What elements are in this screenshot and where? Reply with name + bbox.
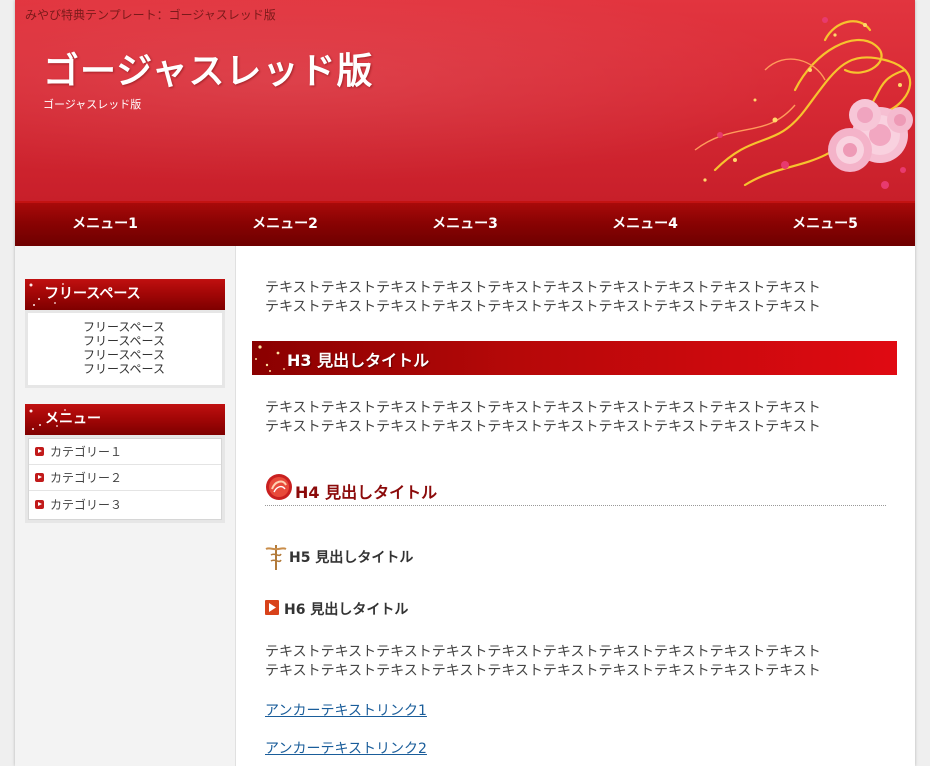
h4-heading: H4 見出しタイトル <box>265 471 886 506</box>
body-paragraph: テキストテキストテキストテキストテキストテキストテキストテキストテキストテキスト… <box>265 643 855 681</box>
arrow-right-icon <box>265 600 279 615</box>
category-menu-box: カテゴリー１ カテゴリー２ カテゴリー３ <box>25 435 225 523</box>
category-label: カテゴリー２ <box>50 471 123 485</box>
paragraph-line: テキストテキストテキストテキストテキストテキストテキストテキストテキストテキスト <box>265 419 821 435</box>
free-space-line: フリースペース <box>83 320 165 334</box>
category-menu: カテゴリー１ カテゴリー２ カテゴリー３ <box>28 438 222 520</box>
free-space-box: フリースペース フリースペース フリースペース フリースペース <box>25 310 225 388</box>
free-space-heading: フリースペース <box>25 279 225 310</box>
site-header: みやび特典テンプレート：ゴージャスレッド版 ゴージャスレッド版 ゴージャスレッド… <box>15 0 915 201</box>
nav-item-menu5[interactable]: メニュー5 <box>735 203 915 246</box>
paragraph-line: テキストテキストテキストテキストテキストテキストテキストテキストテキストテキスト <box>265 644 821 660</box>
h4-heading-label: H4 見出しタイトル <box>295 483 438 502</box>
category-label: カテゴリー３ <box>50 497 123 512</box>
free-space-line: フリースペース <box>83 362 165 376</box>
free-space-line: フリースペース <box>83 348 165 362</box>
nav-item-menu4[interactable]: メニュー4 <box>555 203 735 246</box>
nav-item-menu3[interactable]: メニュー3 <box>375 203 555 246</box>
nav-item-menu2[interactable]: メニュー2 <box>195 203 375 246</box>
h5-heading-label: H5 見出しタイトル <box>289 550 414 566</box>
h6-heading-label: H6 見出しタイトル <box>284 602 409 618</box>
anchor-text-link-1[interactable]: アンカーテキストリンク1 <box>265 700 427 720</box>
category-item[interactable]: カテゴリー１ <box>29 439 221 465</box>
body-paragraph: テキストテキストテキストテキストテキストテキストテキストテキストテキストテキスト… <box>265 399 855 437</box>
red-orb-icon <box>266 474 292 500</box>
site-title[interactable]: ゴージャスレッド版 <box>43 42 373 94</box>
anchor-text-link-2[interactable]: アンカーテキストリンク2 <box>265 738 427 758</box>
site-description: ゴージャスレッド版 <box>43 98 142 111</box>
free-space-content: フリースペース フリースペース フリースペース フリースペース <box>28 313 222 385</box>
category-item[interactable]: カテゴリー３ <box>29 491 221 517</box>
page-wrapper: みやび特典テンプレート：ゴージャスレッド版 ゴージャスレッド版 ゴージャスレッド… <box>15 0 915 766</box>
paragraph-line: テキストテキストテキストテキストテキストテキストテキストテキストテキストテキスト <box>265 299 821 315</box>
menu-heading: メニュー <box>25 404 225 435</box>
header-tagline: みやび特典テンプレート：ゴージャスレッド版 <box>25 8 276 22</box>
body-paragraph: テキストテキストテキストテキストテキストテキストテキストテキストテキストテキスト… <box>265 279 855 317</box>
free-space-line: フリースペース <box>83 334 165 348</box>
category-label: カテゴリー１ <box>50 445 123 459</box>
caduceus-icon <box>265 545 287 570</box>
arrow-right-icon <box>35 447 44 456</box>
global-nav: メニュー1 メニュー2 メニュー3 メニュー4 メニュー5 <box>15 201 915 246</box>
paragraph-line: テキストテキストテキストテキストテキストテキストテキストテキストテキストテキスト <box>265 663 821 679</box>
menu-heading-label: メニュー <box>45 411 101 427</box>
nav-item-menu1[interactable]: メニュー1 <box>15 203 195 246</box>
h3-heading: H3 見出しタイトル <box>252 341 897 375</box>
free-space-heading-label: フリースペース <box>45 286 141 302</box>
rose-swirl-decoration-icon <box>694 17 913 189</box>
arrow-right-icon <box>35 473 44 482</box>
h3-heading-label: H3 見出しタイトル <box>287 351 430 370</box>
category-item[interactable]: カテゴリー２ <box>29 465 221 491</box>
paragraph-line: テキストテキストテキストテキストテキストテキストテキストテキストテキストテキスト <box>265 400 821 416</box>
arrow-right-icon <box>35 499 44 509</box>
paragraph-line: テキストテキストテキストテキストテキストテキストテキストテキストテキストテキスト <box>265 280 821 296</box>
